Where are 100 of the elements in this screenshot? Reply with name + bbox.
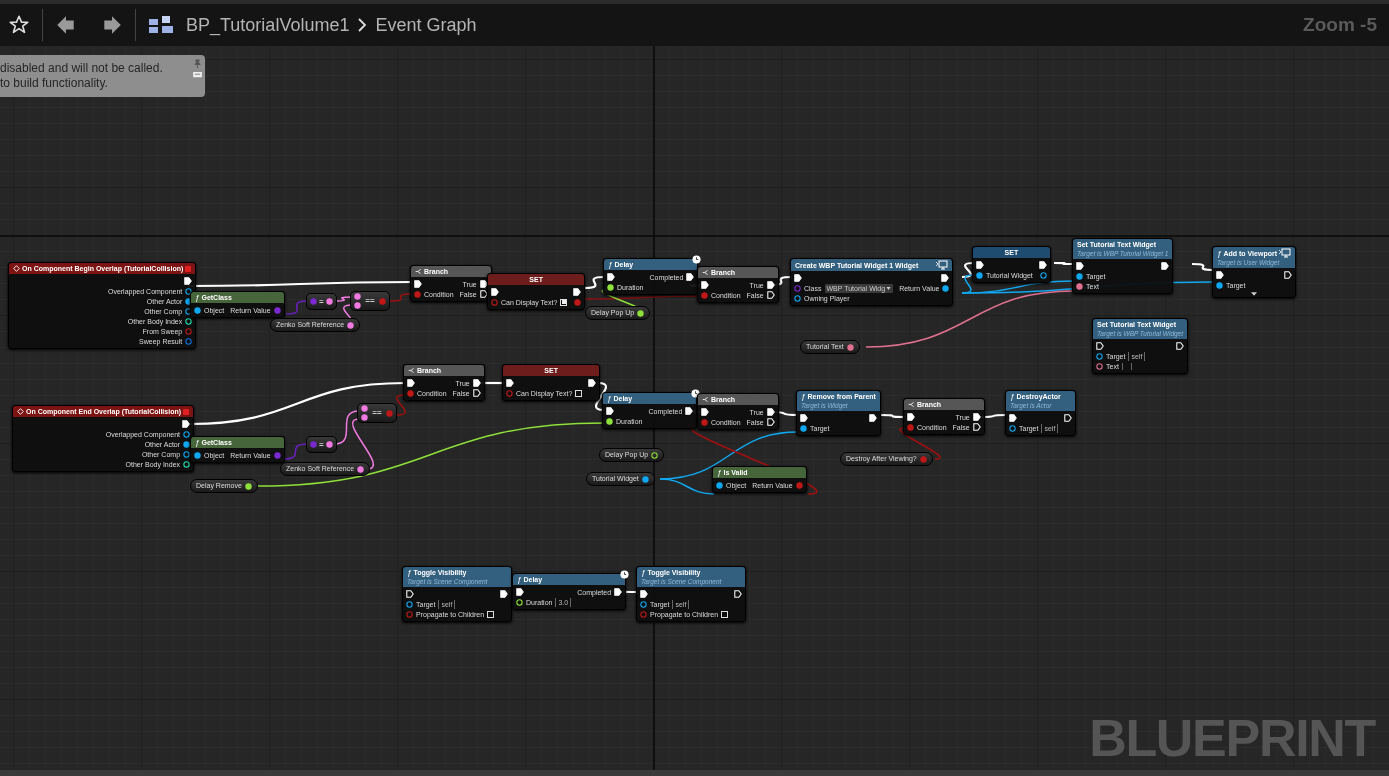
exec-pin-icon[interactable]: [868, 414, 877, 422]
pin-icon[interactable]: [942, 284, 950, 292]
exec-pin-icon[interactable]: [406, 590, 414, 598]
exec-pin-icon[interactable]: [472, 389, 481, 397]
exec-pin-icon[interactable]: [701, 281, 709, 289]
breadcrumb-current[interactable]: Event Graph: [375, 11, 477, 39]
exec-pin-icon[interactable]: [941, 274, 950, 282]
exec-pin-icon[interactable]: [1161, 262, 1170, 270]
pin-icon[interactable]: [406, 600, 413, 608]
breadcrumb-link[interactable]: BP_TutorialVolume1: [186, 11, 350, 39]
exec-pin-icon[interactable]: [1009, 414, 1017, 422]
exec-pin-icon[interactable]: [734, 590, 743, 598]
exec-pin-icon[interactable]: [1284, 271, 1292, 279]
exec-pin-icon[interactable]: [1038, 261, 1047, 269]
pin-icon[interactable]: [1076, 282, 1083, 290]
exec-pin-icon[interactable]: [472, 379, 481, 387]
pin-icon[interactable]: [354, 302, 361, 309]
pin-icon[interactable]: [1216, 281, 1223, 289]
pin-icon[interactable]: [716, 481, 723, 489]
star-icon[interactable]: [8, 14, 30, 36]
exec-pin-icon[interactable]: [685, 407, 694, 415]
exec-pin-icon[interactable]: [606, 407, 614, 415]
function-icon: ƒ: [517, 575, 522, 584]
exec-pin-icon[interactable]: [607, 273, 615, 281]
exec-pin-icon[interactable]: [640, 590, 648, 598]
event-icon: [13, 265, 20, 272]
exec-pin-icon[interactable]: [766, 281, 775, 289]
exec-pin-icon[interactable]: [506, 379, 514, 387]
exec-pin-icon[interactable]: [1096, 342, 1104, 350]
pin-icon[interactable]: [185, 287, 193, 295]
exec-pin-icon[interactable]: [766, 291, 775, 299]
exec-pin-icon[interactable]: [800, 414, 808, 422]
exec-pin-icon[interactable]: [500, 590, 509, 598]
pin-icon[interactable]: [183, 430, 191, 438]
text-field[interactable]: [1121, 362, 1132, 370]
exec-pin-icon[interactable]: [1216, 271, 1224, 279]
pin-icon[interactable]: [640, 600, 647, 608]
checkbox[interactable]: [560, 298, 568, 306]
operator-node[interactable]: =: [306, 436, 337, 453]
exec-pin-icon[interactable]: [701, 408, 709, 416]
pin-icon[interactable]: [354, 293, 361, 300]
wire: [285, 300, 309, 315]
pin-icon[interactable]: [347, 321, 355, 329]
pin-icon[interactable]: [194, 451, 201, 459]
exec-pin-icon[interactable]: [182, 420, 191, 428]
pin-icon[interactable]: [641, 475, 649, 483]
pin-icon[interactable]: [325, 441, 333, 448]
exec-pin-icon[interactable]: [614, 588, 623, 596]
pin-icon[interactable]: [976, 271, 983, 279]
operator-node[interactable]: ==: [357, 403, 397, 423]
graph-canvas[interactable]: [0, 46, 1389, 776]
pin-icon[interactable]: [185, 297, 193, 305]
exec-pin-icon[interactable]: [407, 379, 415, 387]
back-arrow-icon[interactable]: [55, 14, 77, 36]
exec-pin-icon[interactable]: [766, 408, 775, 416]
pin-icon[interactable]: [1096, 352, 1103, 360]
comment-icon[interactable]: [193, 72, 202, 79]
pin-icon[interactable]: [361, 414, 368, 421]
pin-icon[interactable]: [183, 450, 191, 458]
exec-pin-icon[interactable]: [976, 261, 984, 269]
forward-arrow-icon[interactable]: [101, 14, 123, 36]
pin-icon[interactable]: [1009, 424, 1016, 432]
exec-pin-icon[interactable]: [972, 413, 981, 421]
exec-pin-icon[interactable]: [1176, 342, 1185, 350]
pin-icon[interactable]: [794, 294, 801, 302]
exec-pin-icon[interactable]: [516, 588, 524, 596]
exec-pin-icon[interactable]: [479, 280, 488, 288]
pin-icon[interactable]: [1076, 272, 1083, 280]
wire: [1054, 261, 1074, 266]
exec-pin-icon[interactable]: [573, 288, 582, 296]
pin-icon[interactable]: [800, 424, 807, 432]
checkbox[interactable]: [721, 610, 729, 618]
exec-pin-icon[interactable]: [414, 280, 422, 288]
exec-pin-icon[interactable]: [972, 423, 981, 431]
exec-pin-icon[interactable]: [907, 413, 915, 421]
exec-pin-icon[interactable]: [588, 379, 597, 387]
pin-icon[interactable]: [846, 343, 854, 351]
pin-icon[interactable]: [357, 465, 365, 473]
wire: [1191, 262, 1215, 272]
exec-pin-icon[interactable]: [794, 274, 802, 282]
pin-icon[interactable]: [1096, 362, 1103, 370]
pin-icon[interactable]: [325, 298, 333, 305]
exec-pin-icon[interactable]: [1064, 414, 1073, 422]
exec-pin-icon[interactable]: [1076, 262, 1084, 270]
expand-caret-icon[interactable]: [1251, 292, 1257, 296]
exec-pin-icon[interactable]: [184, 277, 193, 285]
operator-node[interactable]: ==: [350, 291, 390, 311]
exec-pin-icon[interactable]: [766, 418, 775, 426]
pin-icon[interactable]: [361, 405, 368, 412]
exec-pin-icon[interactable]: [686, 273, 695, 281]
pin-icon[interactable]: [194, 306, 201, 314]
pin-icon[interactable]: [1039, 271, 1047, 279]
pin-icon[interactable]: [185, 307, 193, 315]
exec-pin-icon[interactable]: [479, 290, 488, 298]
pin-icon[interactable]: [183, 440, 191, 448]
checkbox[interactable]: [575, 389, 583, 397]
exec-pin-icon[interactable]: [491, 288, 499, 296]
operator-node[interactable]: =: [306, 293, 337, 310]
checkbox[interactable]: [487, 610, 495, 618]
clock-icon: [692, 255, 702, 264]
